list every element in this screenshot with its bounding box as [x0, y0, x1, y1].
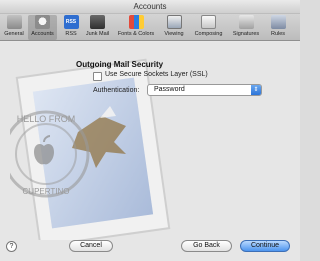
toolbar-item-label: Accounts [31, 31, 54, 37]
go-back-button[interactable]: Go Back [181, 240, 232, 252]
toolbar-item-general[interactable]: General [2, 15, 26, 40]
authentication-label: Authentication: [93, 87, 140, 94]
toolbar-item-rss[interactable]: RSS RSS [60, 15, 82, 40]
ssl-checkbox[interactable] [93, 72, 102, 81]
toolbar-item-label: RSS [65, 31, 77, 37]
rss-icon: RSS [63, 15, 79, 29]
stamp-text-bottom: CUPERTINO [23, 187, 70, 196]
mail-stamp-illustration: HELLO FROM CUPERTINO [10, 58, 171, 240]
toolbar-item-label: Signatures [232, 31, 260, 37]
stamp-text-top: HELLO FROM [17, 114, 76, 124]
preferences-toolbar: General Accounts RSS RSS Junk Mail Fonts… [0, 14, 300, 41]
window-title: Accounts [133, 2, 167, 11]
help-button[interactable]: ? [6, 241, 17, 252]
title-bar: Accounts [0, 0, 300, 14]
accounts-window: Accounts General Accounts RSS RSS Junk M… [0, 0, 300, 261]
toolbar-item-label: Viewing [164, 31, 184, 37]
toolbar-item-viewing[interactable]: Viewing [160, 15, 188, 40]
toolbar-item-rules[interactable]: Rules [265, 15, 291, 40]
authentication-select[interactable]: Password ⇕ [147, 84, 262, 96]
toolbar-item-accounts[interactable]: Accounts [28, 15, 57, 40]
continue-button[interactable]: Continue [240, 240, 290, 252]
fonts-colors-icon [128, 15, 144, 29]
toolbar-item-composing[interactable]: Composing [190, 15, 227, 40]
rules-icon [270, 15, 286, 29]
toolbar-item-label: Fonts & Colors [117, 31, 155, 37]
toolbar-item-signatures[interactable]: Signatures [229, 15, 263, 40]
signatures-icon [238, 15, 254, 29]
ssl-checkbox-label: Use Secure Sockets Layer (SSL) [105, 71, 208, 78]
cancel-button[interactable]: Cancel [69, 240, 113, 252]
toolbar-item-junk-mail[interactable]: Junk Mail [83, 15, 112, 40]
general-icon [6, 15, 22, 29]
junk-mail-icon [90, 15, 105, 29]
toolbar-item-label: Rules [270, 31, 286, 37]
toolbar-item-label: Junk Mail [85, 31, 110, 37]
section-title: Outgoing Mail Security [76, 60, 164, 69]
toolbar-item-label: Composing [194, 31, 223, 37]
toolbar-item-fonts-colors[interactable]: Fonts & Colors [114, 15, 158, 40]
authentication-select-value: Password [154, 86, 185, 93]
viewing-icon [166, 15, 182, 29]
toolbar-item-label: General [4, 31, 24, 37]
chevron-updown-icon: ⇕ [251, 85, 261, 95]
accounts-icon [35, 15, 50, 29]
composing-icon [201, 15, 216, 29]
